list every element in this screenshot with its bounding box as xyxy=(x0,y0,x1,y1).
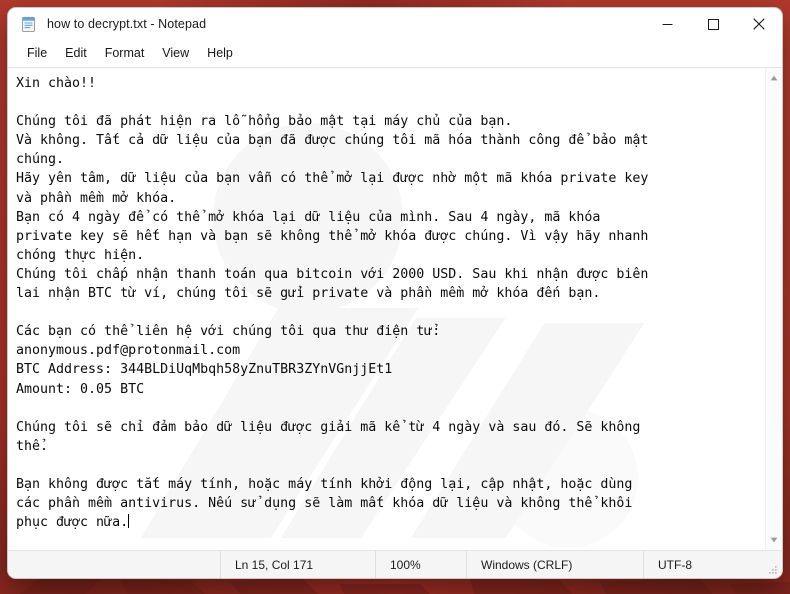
menu-item-edit[interactable]: Edit xyxy=(56,43,96,63)
status-encoding[interactable]: UTF-8 xyxy=(643,551,782,578)
title-bar[interactable]: how to decrypt.txt - Notepad xyxy=(8,8,782,40)
text-editor-content[interactable]: Xin chào!! Chúng tôi đã phát hiện ra lỗ … xyxy=(8,68,765,550)
scroll-down-button[interactable] xyxy=(766,533,782,547)
close-button[interactable] xyxy=(736,8,782,40)
window-controls xyxy=(644,8,782,40)
notepad-icon xyxy=(20,16,37,33)
vertical-scrollbar[interactable] xyxy=(765,68,782,550)
menu-item-help[interactable]: Help xyxy=(198,43,242,63)
menu-item-view[interactable]: View xyxy=(153,43,198,63)
minimize-icon xyxy=(662,23,672,25)
resize-grip-icon[interactable] xyxy=(767,564,779,576)
menu-item-format[interactable]: Format xyxy=(96,43,154,63)
scroll-up-button[interactable] xyxy=(766,71,782,85)
minimize-button[interactable] xyxy=(644,8,690,40)
text-caret xyxy=(128,514,130,529)
scroll-up-icon xyxy=(770,75,778,81)
ransom-note-text: Xin chào!! Chúng tôi đã phát hiện ra lỗ … xyxy=(16,76,649,531)
menu-bar: File Edit Format View Help xyxy=(8,40,782,67)
notepad-window: how to decrypt.txt - Notepad File Edit F… xyxy=(8,8,782,578)
menu-item-file[interactable]: File xyxy=(18,43,56,63)
scroll-down-icon xyxy=(770,537,778,543)
close-icon xyxy=(753,18,765,30)
status-line-ending[interactable]: Windows (CRLF) xyxy=(466,551,643,578)
status-zoom[interactable]: 100% xyxy=(375,551,466,578)
window-title: how to decrypt.txt - Notepad xyxy=(47,17,207,31)
status-spacer xyxy=(8,551,220,578)
maximize-icon xyxy=(707,18,719,30)
maximize-button[interactable] xyxy=(690,8,736,40)
editor-region: Xin chào!! Chúng tôi đã phát hiện ra lỗ … xyxy=(8,67,782,550)
status-line-col[interactable]: Ln 15, Col 171 xyxy=(220,551,375,578)
status-bar: Ln 15, Col 171 100% Windows (CRLF) UTF-8 xyxy=(8,550,782,578)
